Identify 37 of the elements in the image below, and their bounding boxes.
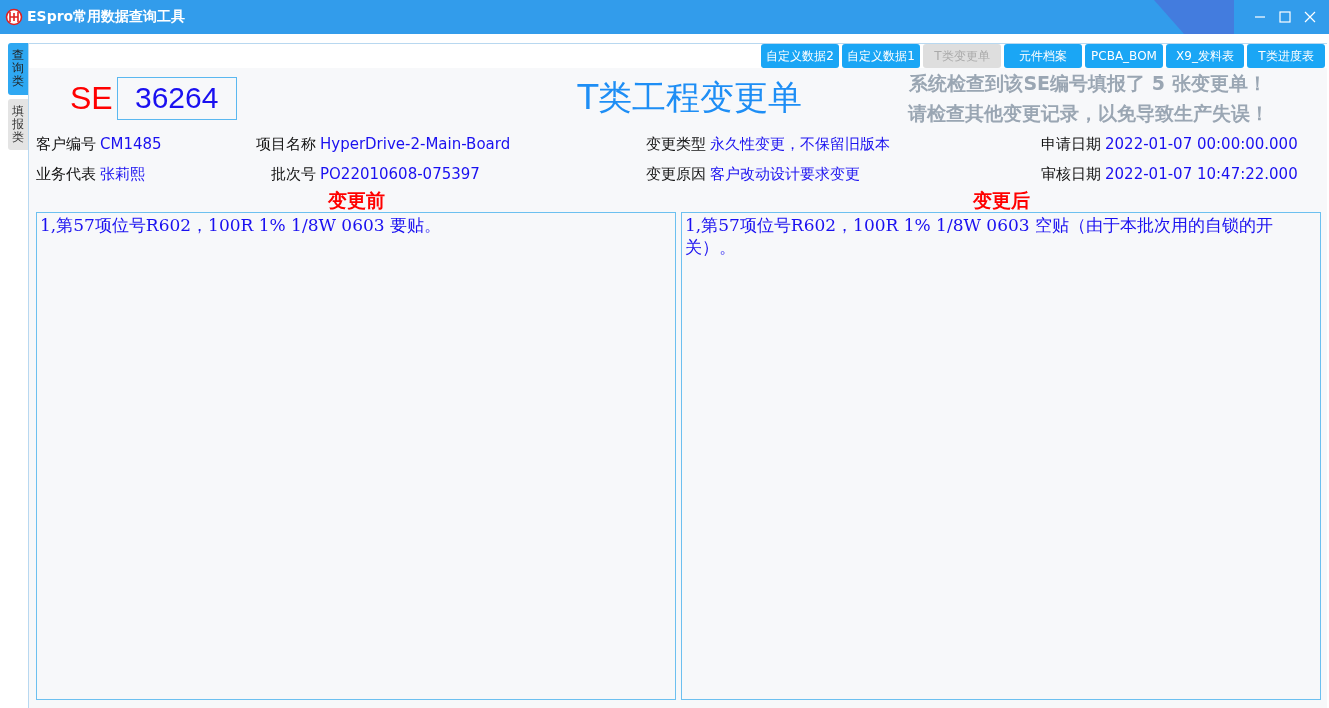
se-number-field[interactable]: 36264 xyxy=(116,76,237,120)
field-value: 2022-01-07 10:47:22.000 xyxy=(1105,165,1298,184)
warning-text: 请检查其他变更记录，以免导致生产失误！ xyxy=(907,101,1269,126)
field-label: 业务代表 xyxy=(36,165,96,184)
app-logo-icon xyxy=(5,8,23,26)
change-text-area[interactable]: 1,第57项位号R602，100R 1% 1/8W 0603 要贴。 xyxy=(36,212,676,700)
field-value: 张莉熙 xyxy=(100,165,145,184)
toolbar-button[interactable]: X9_发料表 xyxy=(1166,44,1244,68)
field-value: 永久性变更，不保留旧版本 xyxy=(710,135,890,154)
window-title: ESpro常用数据查询工具 xyxy=(27,8,186,26)
warning-text: 系统检查到该SE编号填报了 5 张变更单！ xyxy=(909,71,1267,96)
field-value: CM1485 xyxy=(100,135,162,154)
toolbar-button[interactable]: PCBA_BOM xyxy=(1085,44,1163,68)
field-label: 审核日期 xyxy=(1041,165,1101,184)
field-label: 变更原因 xyxy=(646,165,706,184)
maximize-icon[interactable] xyxy=(1279,11,1291,23)
field-label: 批次号 xyxy=(270,165,316,184)
toolbar-button[interactable]: T类进度表 xyxy=(1247,44,1325,68)
field-value: 2022-01-07 00:00:00.000 xyxy=(1105,135,1298,154)
toolbar-button[interactable]: 自定义数据1 xyxy=(842,44,920,68)
form-title: T类工程变更单 xyxy=(576,76,804,119)
panel-heading: 变更后 xyxy=(971,188,1031,212)
field-label: 申请日期 xyxy=(1041,135,1101,154)
panel-heading: 变更前 xyxy=(326,188,386,212)
toolbar-button[interactable]: 元件档案 xyxy=(1004,44,1082,68)
field-label: 客户编号 xyxy=(36,135,96,154)
field-value: PO22010608-075397 xyxy=(320,165,480,184)
field-value: 客户改动设计要求变更 xyxy=(710,165,860,184)
toolbar-button[interactable]: 自定义数据2 xyxy=(761,44,839,68)
close-icon[interactable] xyxy=(1304,11,1316,23)
change-text-area[interactable]: 1,第57项位号R602，100R 1% 1/8W 0603 空贴（由于本批次用的自锁的开关）。 xyxy=(681,212,1321,700)
field-value: HyperDrive-2-Main-Board xyxy=(320,135,511,154)
field-label: 项目名称 xyxy=(255,135,316,154)
side-tab[interactable]: 填报类 xyxy=(8,98,28,151)
side-tab[interactable]: 查询类 xyxy=(8,43,28,95)
field-label: 变更类型 xyxy=(646,135,706,154)
se-prefix: SE xyxy=(70,79,113,117)
